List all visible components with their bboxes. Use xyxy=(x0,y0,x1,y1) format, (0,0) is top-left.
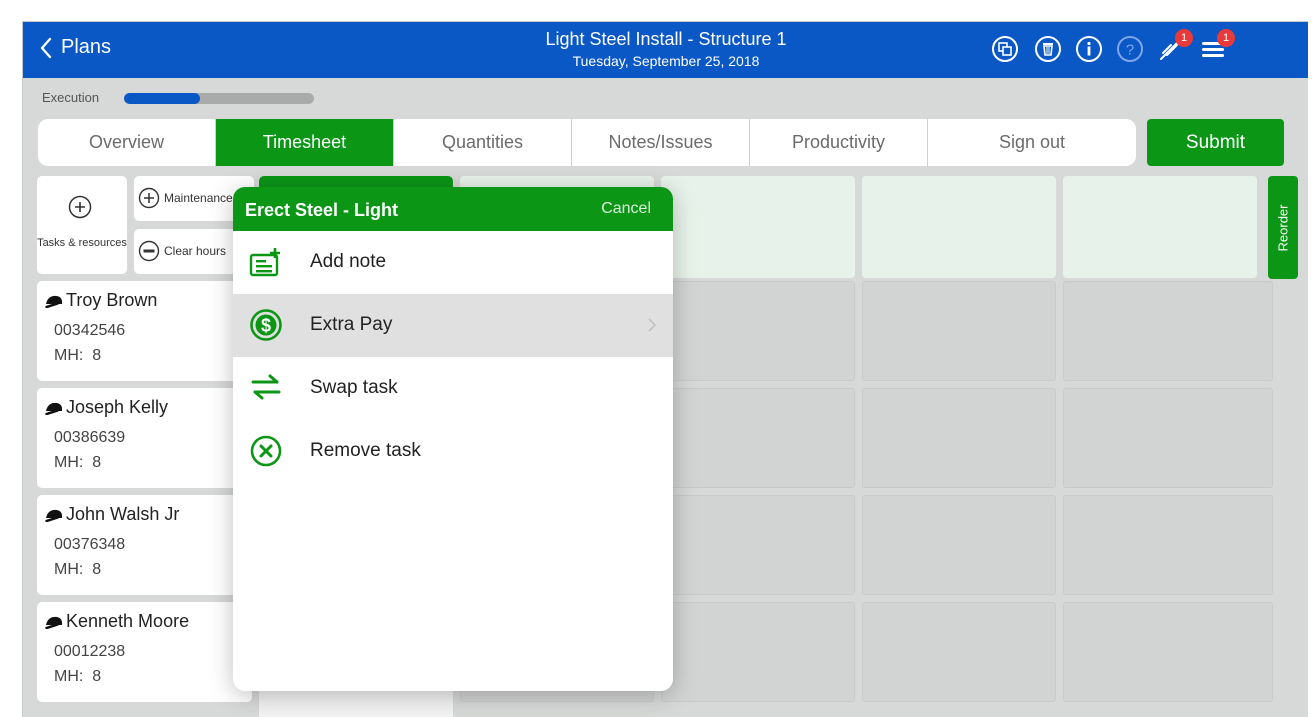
worker-id: 00376348 xyxy=(54,536,126,553)
worker-id: 00012238 xyxy=(54,643,126,660)
hours-cell[interactable] xyxy=(661,388,855,488)
execution-progress-fill xyxy=(124,93,200,104)
tab-bar: Overview Timesheet Quantities Notes/Issu… xyxy=(38,119,1136,166)
tab-productivity[interactable]: Productivity xyxy=(750,119,928,166)
menu-badge: 1 xyxy=(1217,29,1235,47)
worker-card[interactable]: Joseph Kelly 00386639 MH: 8 xyxy=(37,388,252,488)
hours-cell[interactable] xyxy=(862,602,1056,702)
tasks-resources-label: Tasks & resources xyxy=(37,237,127,249)
menu-item-add-note[interactable]: Add note xyxy=(233,231,673,294)
notification-badge: 1 xyxy=(1175,29,1193,47)
task-column-header[interactable] xyxy=(862,176,1056,278)
hours-cell[interactable] xyxy=(661,602,855,702)
hard-hat-icon xyxy=(45,295,62,308)
task-column-header[interactable] xyxy=(661,176,855,278)
mh-label: MH: xyxy=(54,454,84,471)
remove-icon xyxy=(250,435,282,467)
mh-label: MH: xyxy=(54,561,84,578)
execution-progress-bar xyxy=(124,93,314,104)
tab-sign-out[interactable]: Sign out xyxy=(928,119,1136,166)
add-circle-icon xyxy=(68,195,92,219)
tab-overview[interactable]: Overview xyxy=(38,119,216,166)
reorder-label: Reorder xyxy=(1275,204,1291,251)
app-frame: Plans Light Steel Install - Structure 1 … xyxy=(22,21,1308,717)
worker-name: Troy Brown xyxy=(66,290,158,310)
popover-title: Erect Steel - Light xyxy=(245,200,399,220)
hours-cell[interactable] xyxy=(661,281,855,381)
top-bar: Plans Light Steel Install - Structure 1 … xyxy=(23,22,1308,78)
hours-cell[interactable] xyxy=(1063,388,1273,488)
menu-item-label: Remove task xyxy=(310,440,421,461)
hard-hat-icon xyxy=(45,402,62,415)
tab-timesheet[interactable]: Timesheet xyxy=(216,119,394,166)
info-icon[interactable] xyxy=(1075,35,1103,63)
worker-card[interactable]: Kenneth Moore 00012238 MH: 8 xyxy=(37,602,252,702)
notification-icon[interactable]: 1 xyxy=(1157,29,1193,63)
hours-cell[interactable] xyxy=(862,388,1056,488)
worker-name: John Walsh Jr xyxy=(66,504,180,524)
hours-cell[interactable] xyxy=(1063,602,1273,702)
mh-value: 8 xyxy=(92,347,102,364)
mh-value: 8 xyxy=(92,454,102,471)
cancel-button[interactable]: Cancel xyxy=(601,200,651,218)
hard-hat-icon xyxy=(45,616,62,629)
add-note-icon xyxy=(249,248,280,277)
add-circle-icon xyxy=(138,187,160,209)
popover-header: Erect Steel - Light Cancel xyxy=(233,187,673,231)
worker-name: Kenneth Moore xyxy=(66,611,190,631)
task-column-header[interactable] xyxy=(1063,176,1257,278)
dollar-icon: $ xyxy=(250,309,282,341)
trash-icon[interactable] xyxy=(1034,35,1062,63)
mh-value: 8 xyxy=(92,668,102,685)
hours-cell[interactable] xyxy=(1063,495,1273,595)
hours-cell[interactable] xyxy=(862,495,1056,595)
mh-value: 8 xyxy=(92,561,102,578)
menu-item-swap-task[interactable]: Swap task xyxy=(233,357,673,420)
worker-id: 00342546 xyxy=(54,322,126,339)
hours-cell[interactable] xyxy=(661,495,855,595)
maintenance-label: Maintenance xyxy=(164,191,233,205)
hard-hat-icon xyxy=(45,509,62,522)
reorder-button[interactable]: Reorder xyxy=(1268,176,1298,279)
hours-cell[interactable] xyxy=(862,281,1056,381)
tasks-resources-button[interactable]: Tasks & resources xyxy=(37,176,127,274)
clear-hours-label: Clear hours xyxy=(164,244,227,258)
menu-item-extra-pay[interactable]: $ Extra Pay xyxy=(233,294,673,357)
copy-icon[interactable] xyxy=(991,35,1019,63)
chevron-right-icon xyxy=(648,318,657,332)
menu-item-remove-task[interactable]: Remove task xyxy=(233,420,673,483)
remove-circle-icon xyxy=(138,240,160,262)
mh-label: MH: xyxy=(54,347,84,364)
tab-notes-issues[interactable]: Notes/Issues xyxy=(572,119,750,166)
menu-item-label: Swap task xyxy=(310,377,398,398)
mh-label: MH: xyxy=(54,668,84,685)
hours-cell[interactable] xyxy=(1063,281,1273,381)
menu-icon[interactable]: 1 xyxy=(1199,29,1235,63)
submit-button[interactable]: Submit xyxy=(1147,119,1284,166)
tab-quantities[interactable]: Quantities xyxy=(394,119,572,166)
worker-id: 00386639 xyxy=(54,429,126,446)
worker-card[interactable]: Troy Brown 00342546 MH: 8 xyxy=(37,281,252,381)
task-action-popover: Erect Steel - Light Cancel Add note $ Ex… xyxy=(233,187,673,691)
worker-card[interactable]: John Walsh Jr 00376348 MH: 8 xyxy=(37,495,252,595)
svg-text:?: ? xyxy=(1126,42,1134,59)
worker-name: Joseph Kelly xyxy=(66,397,169,417)
execution-label: Execution xyxy=(42,90,100,105)
svg-text:$: $ xyxy=(261,316,271,336)
menu-item-label: Add note xyxy=(310,251,387,272)
help-icon[interactable]: ? xyxy=(1116,35,1144,63)
swap-icon xyxy=(251,374,281,400)
menu-item-label: Extra Pay xyxy=(310,314,393,335)
